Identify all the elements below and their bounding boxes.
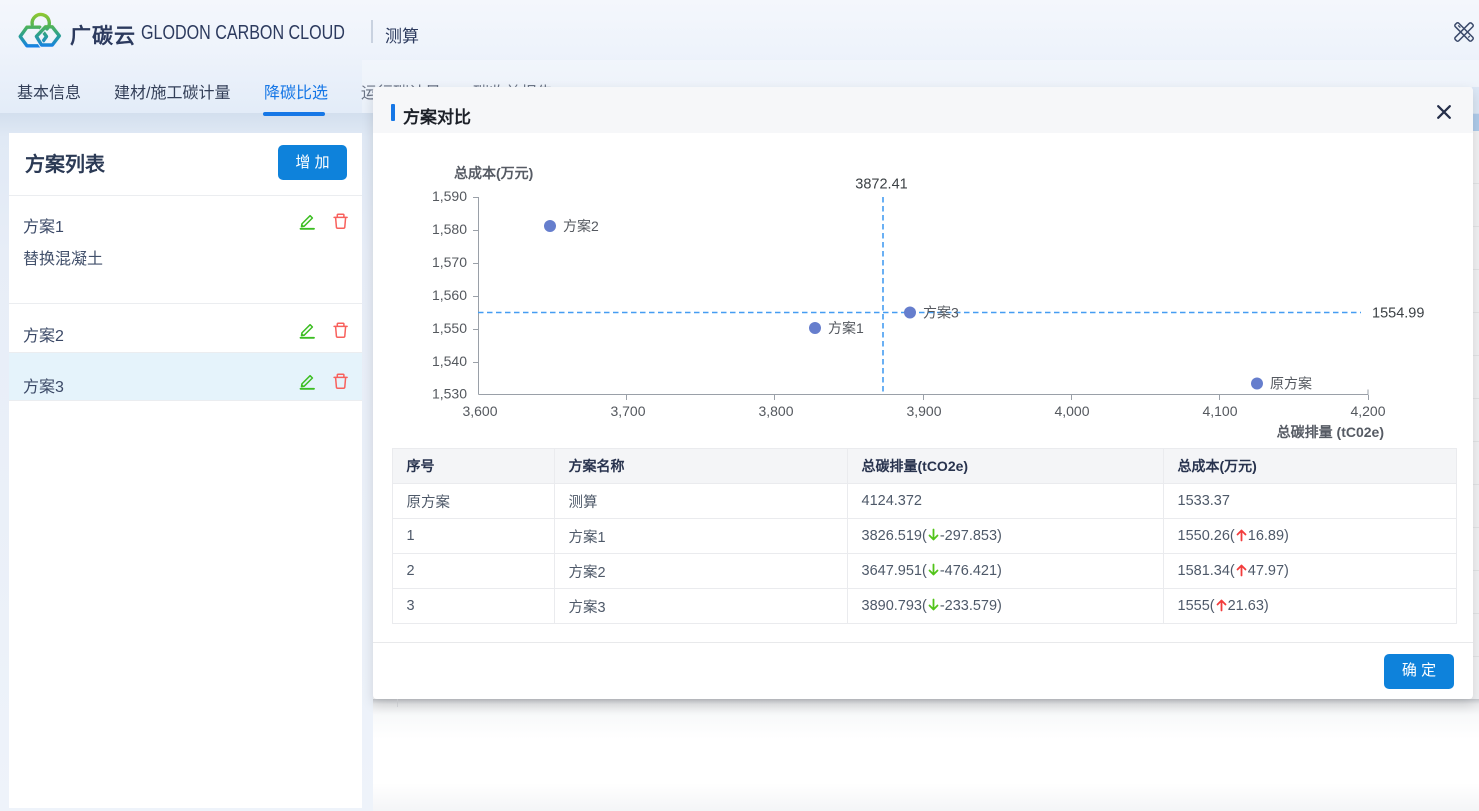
svg-text:1,540: 1,540: [432, 353, 467, 369]
svg-text:4,100: 4,100: [1202, 403, 1237, 419]
svg-text:1,560: 1,560: [432, 287, 467, 303]
svg-text:1554.99: 1554.99: [1372, 306, 1424, 322]
svg-text:3,800: 3,800: [758, 403, 793, 419]
svg-text:3,900: 3,900: [906, 403, 941, 419]
svg-text:方案1: 方案1: [828, 320, 864, 336]
svg-text:原方案: 原方案: [1270, 376, 1312, 392]
svg-text:总成本(万元): 总成本(万元): [454, 165, 533, 181]
svg-text:1,590: 1,590: [432, 188, 467, 204]
svg-text:方案3: 方案3: [923, 305, 959, 321]
svg-text:1,570: 1,570: [432, 254, 467, 270]
svg-text:4,200: 4,200: [1350, 403, 1385, 419]
svg-text:4,000: 4,000: [1054, 403, 1089, 419]
svg-text:3,700: 3,700: [610, 403, 645, 419]
svg-text:1,580: 1,580: [432, 221, 467, 237]
svg-text:1,530: 1,530: [432, 386, 467, 402]
svg-text:3,600: 3,600: [462, 403, 497, 419]
svg-text:方案2: 方案2: [563, 218, 599, 234]
svg-text:1,550: 1,550: [432, 320, 467, 336]
svg-text:3872.41: 3872.41: [855, 177, 907, 193]
svg-text:总碳排量 (tC02e): 总碳排量 (tC02e): [1277, 424, 1384, 440]
